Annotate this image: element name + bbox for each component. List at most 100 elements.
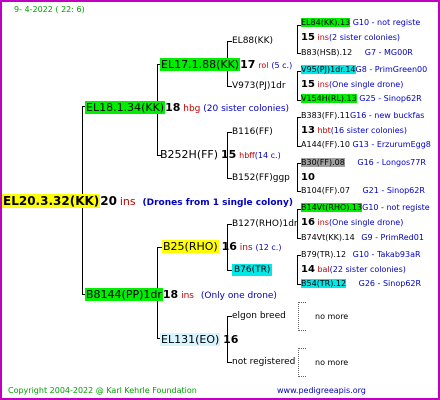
pedigree-frame: 9- 4-2022 ( 22: 6) Copyright 2004-2022 @… xyxy=(0,0,440,400)
gen4-row-17-note: (22 sister colonies) xyxy=(329,265,406,274)
gen4-row-18[interactable]: B54(TR).12 G26 - Sinop62R xyxy=(301,278,421,290)
gen4-row-17-ins: bal xyxy=(317,265,330,274)
gen2-d-number: 16 xyxy=(223,333,239,346)
gen4-row-14: 16 ins(One single drone) xyxy=(301,217,403,229)
gen4-row-2-ins: ins xyxy=(317,33,329,42)
gen4-row-12[interactable]: B104(FF).07 G21 - Sinop62R xyxy=(301,185,425,197)
gen3-g-label[interactable]: elgon breed xyxy=(232,310,286,322)
bracket-line xyxy=(297,117,298,147)
gen4-row-3-label: B83(HSB).12 xyxy=(301,48,353,57)
gen4-row-6-info: G25 - Sinop62R xyxy=(359,94,422,103)
gen1-lower-entry[interactable]: B8144(PP)1dr18 ins (Only one drone) xyxy=(85,288,277,302)
gen4-row-13-label: B14Vt(RHO).13 xyxy=(301,203,363,212)
gen4-row-15-info: G9 - PrimRed01 xyxy=(361,233,424,242)
gen4-row-12-info: G21 - Sinop62R xyxy=(362,186,425,195)
root-queen-entry[interactable]: EL20.3.32(KK)20 ins (Drones from 1 singl… xyxy=(2,194,293,210)
website-link[interactable]: www.pedigreeapis.org xyxy=(277,385,366,397)
gen4-row-16-info: G10 - Takab93aR xyxy=(352,250,421,259)
gen4-row-4[interactable]: V95(PJ)1dr.14G8 - PrimGreen00 xyxy=(301,64,427,76)
gen2-a-number: 17 xyxy=(240,58,256,71)
gen4-row-10-info: G16 - Longos77R xyxy=(357,158,426,167)
gen4-row-16[interactable]: B79(TR).12 G10 - Takab93aR xyxy=(301,249,421,261)
bracket-line xyxy=(297,163,298,192)
gen3-e-label[interactable]: B127(RHO)1dr xyxy=(232,218,298,230)
gen4-row-3-info: G7 - MG00R xyxy=(364,48,413,57)
gen2-a-entry[interactable]: EL17.1.88(KK)17 rol (5 c.) xyxy=(160,58,292,72)
gen4-row-7-info: G16 - new buckfas xyxy=(349,111,425,120)
gen1-upper-entry[interactable]: EL18.1.34(KK)18 hbg (20 sister colonies) xyxy=(85,101,289,115)
gen2-c-note: (12 c.) xyxy=(255,243,282,252)
gen4-row-9-info: G13 - ErzurumEgg8 xyxy=(352,140,431,149)
gen3-h-label[interactable]: not registered xyxy=(232,356,295,368)
gen4-row-5-ins: ins xyxy=(317,80,329,89)
gen4-row-4-info: G8 - PrimGreen00 xyxy=(355,65,428,74)
gen4-row-5: 15 ins(One single drone) xyxy=(301,79,403,91)
bracket-line xyxy=(297,71,298,101)
gen2-a-note: (5 c.) xyxy=(271,61,293,70)
gen4-row-8: 13 hbt(16 sister colonies) xyxy=(301,125,407,137)
gen4-row-13-info: G10 - not registe xyxy=(362,203,430,212)
dotted-bracket xyxy=(298,302,299,331)
gen1-lower-number: 18 xyxy=(162,288,179,301)
gen3-b-label[interactable]: V973(PJ)1dr xyxy=(232,80,286,92)
gen4-row-4-label: V95(PJ)1dr.14 xyxy=(301,65,356,74)
gen2-c-label: B25(RHO) xyxy=(162,240,219,253)
dotted-bracket xyxy=(298,348,299,377)
gen2-b-number: 15 xyxy=(220,148,237,161)
gen4-row-18-label: B54(TR).12 xyxy=(301,279,347,288)
gen4-row-3[interactable]: B83(HSB).12 G7 - MG00R xyxy=(301,47,413,59)
gen4-row-14-ins: ins xyxy=(317,218,329,227)
gen2-b-entry[interactable]: B252H(FF) 15 hbff(14 c.) xyxy=(160,149,281,162)
gen4-row-18-info: G26 - Sinop62R xyxy=(358,279,422,288)
print-date: 9- 4-2022 ( 22: 6) xyxy=(14,5,85,14)
gen4-row-2-note: (2 sister colonies) xyxy=(328,33,401,42)
gen4-row-1-info: G10 - not registe xyxy=(352,18,421,27)
root-queen-ins: ins xyxy=(119,195,136,208)
copyright-text: Copyright 2004-2022 @ Karl Kehrle Founda… xyxy=(8,386,197,395)
gen4-row-20-label: no more xyxy=(315,358,349,367)
gen4-row-6[interactable]: V154H(RL).13 G25 - Sinop62R xyxy=(301,93,422,105)
gen4-row-9-label: A144(FF).10 xyxy=(301,140,350,149)
dotted-connector xyxy=(298,302,306,303)
gen4-row-17: 14 bal(22 sister colonies) xyxy=(301,264,406,276)
gen4-row-7[interactable]: B383(FF).11G16 - new buckfas xyxy=(301,110,424,122)
gen2-b-label: B252H(FF) xyxy=(160,148,219,161)
gen4-row-1-label: EL84(KK).13 xyxy=(301,18,351,27)
gen1-lower-label: B8144(PP)1dr xyxy=(85,288,163,301)
gen4-row-5-note: (One single drone) xyxy=(328,80,404,89)
gen4-row-13[interactable]: B14Vt(RHO).13G10 - not registe xyxy=(301,202,430,214)
bracket-line xyxy=(297,255,298,285)
root-queen-number: 20 xyxy=(100,194,117,208)
gen4-row-15[interactable]: B74Vt(KK).14 G9 - PrimRed01 xyxy=(301,232,424,244)
gen4-row-14-note: (One single drone) xyxy=(328,218,404,227)
gen3-c-label[interactable]: B116(FF) xyxy=(232,126,273,138)
gen4-row-1[interactable]: EL84(KK).13 G10 - not registe xyxy=(301,17,420,29)
gen2-b-note: (14 c.) xyxy=(254,151,281,160)
gen4-row-10[interactable]: B30(FF).08 G16 - Longos77R xyxy=(301,157,426,169)
gen4-row-10-label: B30(FF).08 xyxy=(301,158,345,167)
gen2-d-label: EL131(EO) xyxy=(160,333,221,346)
gen4-row-2-number: 15 xyxy=(301,32,315,43)
gen4-row-15-label: B74Vt(KK).14 xyxy=(301,233,355,242)
gen2-c-number: 16 xyxy=(221,240,237,253)
gen1-upper-number: 18 xyxy=(165,101,181,114)
gen4-row-9[interactable]: A144(FF).10 G13 - ErzurumEgg8 xyxy=(301,139,431,151)
gen1-upper-label: EL18.1.34(KK) xyxy=(85,101,166,114)
gen4-row-8-number: 13 xyxy=(301,125,315,136)
gen4-row-2: 15 ins(2 sister colonies) xyxy=(301,32,400,44)
gen3-f-label[interactable]: B76(TR) xyxy=(232,264,273,276)
gen1-upper-ins: hbg xyxy=(183,104,201,114)
dotted-connector xyxy=(298,330,306,331)
root-queen-label: EL20.3.32(KK) xyxy=(2,194,101,208)
gen2-a-ins: rol xyxy=(258,61,269,70)
gen4-row-12-label: B104(FF).07 xyxy=(301,186,350,195)
dotted-connector xyxy=(298,348,306,349)
gen3-d-entry[interactable]: B152(FF)ggp xyxy=(232,172,290,184)
gen2-d-entry[interactable]: EL131(EO) 16 xyxy=(160,333,238,347)
gen4-row-6-label: V154H(RL).13 xyxy=(301,94,357,103)
gen3-a-label[interactable]: EL88(KK) xyxy=(232,35,273,47)
gen2-a-label: EL17.1.88(KK) xyxy=(160,58,241,71)
gen4-row-8-note: (16 sister colonies) xyxy=(330,126,407,135)
gen2-c-entry[interactable]: B25(RHO) 16 ins (12 c.) xyxy=(162,240,281,254)
gen4-row-16-label: B79(TR).12 xyxy=(301,250,347,259)
